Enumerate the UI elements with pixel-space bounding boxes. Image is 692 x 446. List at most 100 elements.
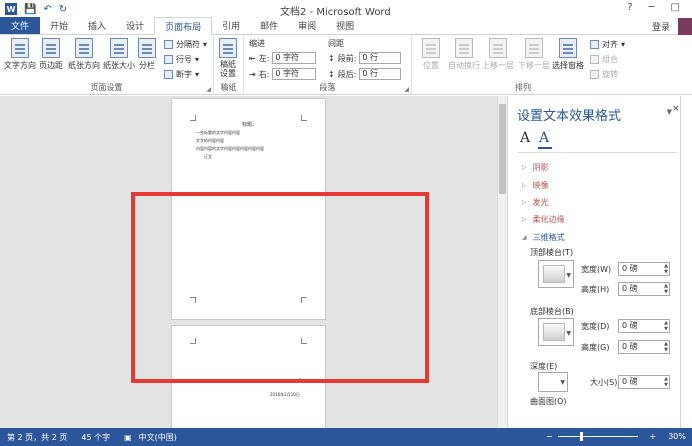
save-icon[interactable]: 💾	[24, 4, 36, 15]
tab-home[interactable]: 开始	[40, 17, 78, 34]
top-height-input[interactable]: 0 磅 ▲ ▼	[618, 282, 670, 296]
depth-color-picker[interactable]: ▼	[538, 372, 568, 392]
quick-access-toolbar: W 💾 ↶ ↻	[0, 3, 67, 15]
rotate-button[interactable]: 旋转	[590, 69, 618, 80]
margins-button[interactable]: 页边距	[39, 38, 63, 71]
tab-design[interactable]: 设计	[116, 17, 154, 34]
ribbon: 文字方向 页边距 纸张方向 纸张大小 分栏 分隔符 ▾ 行号 ▾ 断字 ▾ 页面…	[0, 35, 692, 95]
section-shadow[interactable]: ▷ 阴影	[522, 162, 549, 173]
language[interactable]: 中文(中国)	[139, 432, 177, 443]
spacing-before-icon: ↕	[328, 53, 335, 63]
tab-insert[interactable]: 插入	[78, 17, 116, 34]
align-button[interactable]: 对齐 ▾	[590, 39, 625, 50]
line-numbers-button[interactable]: 行号 ▾	[164, 54, 199, 65]
text-direction-button[interactable]: 文字方向	[4, 38, 36, 71]
redo-icon[interactable]: ↻	[59, 4, 67, 15]
margins-icon	[42, 38, 60, 58]
spacing-after-row: ↕ 段后: 0 行	[328, 68, 402, 80]
spacing-label: 间距	[328, 39, 344, 48]
text-effects-icon[interactable]: A	[539, 130, 549, 146]
manuscript-button[interactable]: 稿纸 设置	[219, 38, 237, 78]
maximize-icon[interactable]: □	[671, 2, 680, 13]
doc-line: 正文	[204, 154, 212, 159]
text-direction-icon	[11, 38, 29, 58]
bring-forward-icon	[489, 38, 507, 58]
format-text-effects-pane: 设置文本效果格式 ▼ A A ▷ 阴影 ▷ 映像 ▷ 发光 ▷ 柔化边缘 ◢ 三维格式 顶…	[507, 96, 680, 428]
zoom-control: − + 30%	[539, 432, 686, 441]
indent-left-row: ⇤ 左: 0 字符	[249, 52, 317, 64]
proofing-icon[interactable]: ▣	[124, 433, 132, 442]
breaks-icon	[164, 40, 173, 49]
user-badge[interactable]	[678, 18, 692, 36]
columns-button[interactable]: 分栏	[138, 38, 156, 71]
tab-file[interactable]: 文件	[0, 17, 41, 34]
top-width-label: 宽度(W)	[581, 265, 612, 274]
zoom-out-icon[interactable]: −	[546, 432, 553, 441]
vertical-scrollbar[interactable]	[497, 96, 507, 428]
zoom-level[interactable]: 30%	[668, 432, 686, 441]
expand-icon: ▷	[522, 199, 527, 206]
indent-right-input[interactable]: 0 字符	[272, 68, 317, 80]
section-soft-edges[interactable]: ▷ 柔化边缘	[522, 214, 565, 225]
selection-pane-button[interactable]: 选择窗格	[552, 38, 584, 71]
orientation-button[interactable]: 纸张方向	[68, 38, 100, 71]
indent-left-icon: ⇤	[249, 53, 256, 63]
top-width-input[interactable]: 0 磅 ▲ ▼	[618, 262, 670, 276]
manuscript-icon	[219, 38, 237, 58]
login-link[interactable]: 登录	[652, 20, 670, 33]
group-page-setup: 文字方向 页边距 纸张方向 纸张大小 分栏 分隔符 ▾ 行号 ▾ 断字 ▾ 页面…	[0, 35, 214, 95]
text-fill-outline-icon[interactable]: A	[520, 130, 530, 146]
size-button[interactable]: 纸张大小	[103, 38, 135, 71]
dropdown-icon: ▼	[560, 379, 565, 386]
hyphenation-icon	[164, 70, 173, 79]
group-arrange: 位置 自动换行 上移一层 下移一层 选择窗格 对齐 ▾ 组合 旋转 排列	[418, 35, 628, 95]
expand-icon: ▷	[522, 216, 527, 223]
section-glow[interactable]: ▷ 发光	[522, 197, 549, 208]
expand-icon: ▷	[522, 182, 527, 189]
pane-title: 设置文本效果格式	[517, 109, 622, 124]
page-count[interactable]: 第 2 页，共 2 页	[7, 432, 67, 443]
tab-view[interactable]: 视图	[326, 17, 364, 34]
paragraph-launcher-icon[interactable]: ◢	[404, 86, 409, 93]
tab-references[interactable]: 引用	[212, 17, 250, 34]
bottom-bevel-preset[interactable]: ▼	[538, 318, 574, 346]
depth-size-input[interactable]: 0 磅 ▲ ▼	[618, 375, 670, 389]
wrap-text-button[interactable]: 自动换行	[448, 38, 480, 71]
orientation-icon	[75, 38, 93, 58]
section-reflection[interactable]: ▷ 映像	[522, 180, 549, 191]
zoom-in-icon[interactable]: +	[650, 432, 657, 441]
scrollbar-thumb[interactable]	[499, 104, 506, 194]
tab-mailings[interactable]: 邮件	[250, 17, 288, 34]
depth-label: 深度(E)	[530, 362, 558, 371]
word-count[interactable]: 45 个字	[81, 432, 110, 443]
hyphenation-button[interactable]: 断字 ▾	[164, 69, 199, 80]
indent-left-input[interactable]: 0 字符	[272, 52, 317, 64]
position-icon	[422, 38, 440, 58]
right-edge-strip	[680, 96, 692, 428]
spacing-after-input[interactable]: 0 行	[359, 68, 402, 80]
contour-label: 曲面图(O)	[530, 397, 567, 406]
bring-forward-button[interactable]: 上移一层	[482, 38, 514, 71]
breaks-button[interactable]: 分隔符 ▾	[164, 39, 207, 50]
page-setup-launcher-icon[interactable]: ◢	[206, 86, 211, 93]
position-button[interactable]: 位置	[422, 38, 440, 71]
undo-icon[interactable]: ↶	[43, 4, 51, 15]
top-bevel-label: 顶部棱台(T)	[530, 248, 574, 257]
bottom-height-input[interactable]: 0 磅 ▲ ▼	[618, 340, 670, 354]
top-bevel-preset[interactable]: ▼	[538, 260, 574, 288]
indent-label: 缩进	[249, 39, 265, 48]
bottom-width-input[interactable]: 0 磅 ▲ ▼	[618, 319, 670, 333]
tab-page-layout[interactable]: 页面布局	[154, 17, 213, 35]
spacing-before-input[interactable]: 0 行	[359, 52, 402, 64]
highlight-box	[131, 192, 429, 383]
dropdown-icon: ▼	[566, 330, 571, 337]
minimize-icon[interactable]: ─	[649, 2, 655, 13]
group-button[interactable]: 组合	[590, 54, 618, 65]
send-backward-button[interactable]: 下移一层	[518, 38, 550, 71]
section-3d-format[interactable]: ◢ 三维格式	[522, 232, 565, 243]
tab-review[interactable]: 审阅	[288, 17, 326, 34]
zoom-slider[interactable]	[557, 432, 638, 441]
help-icon[interactable]: ?	[627, 2, 632, 13]
indent-right-icon: ⇥	[249, 69, 256, 79]
doc-line: 一些标题的文字内容内容	[196, 130, 240, 135]
